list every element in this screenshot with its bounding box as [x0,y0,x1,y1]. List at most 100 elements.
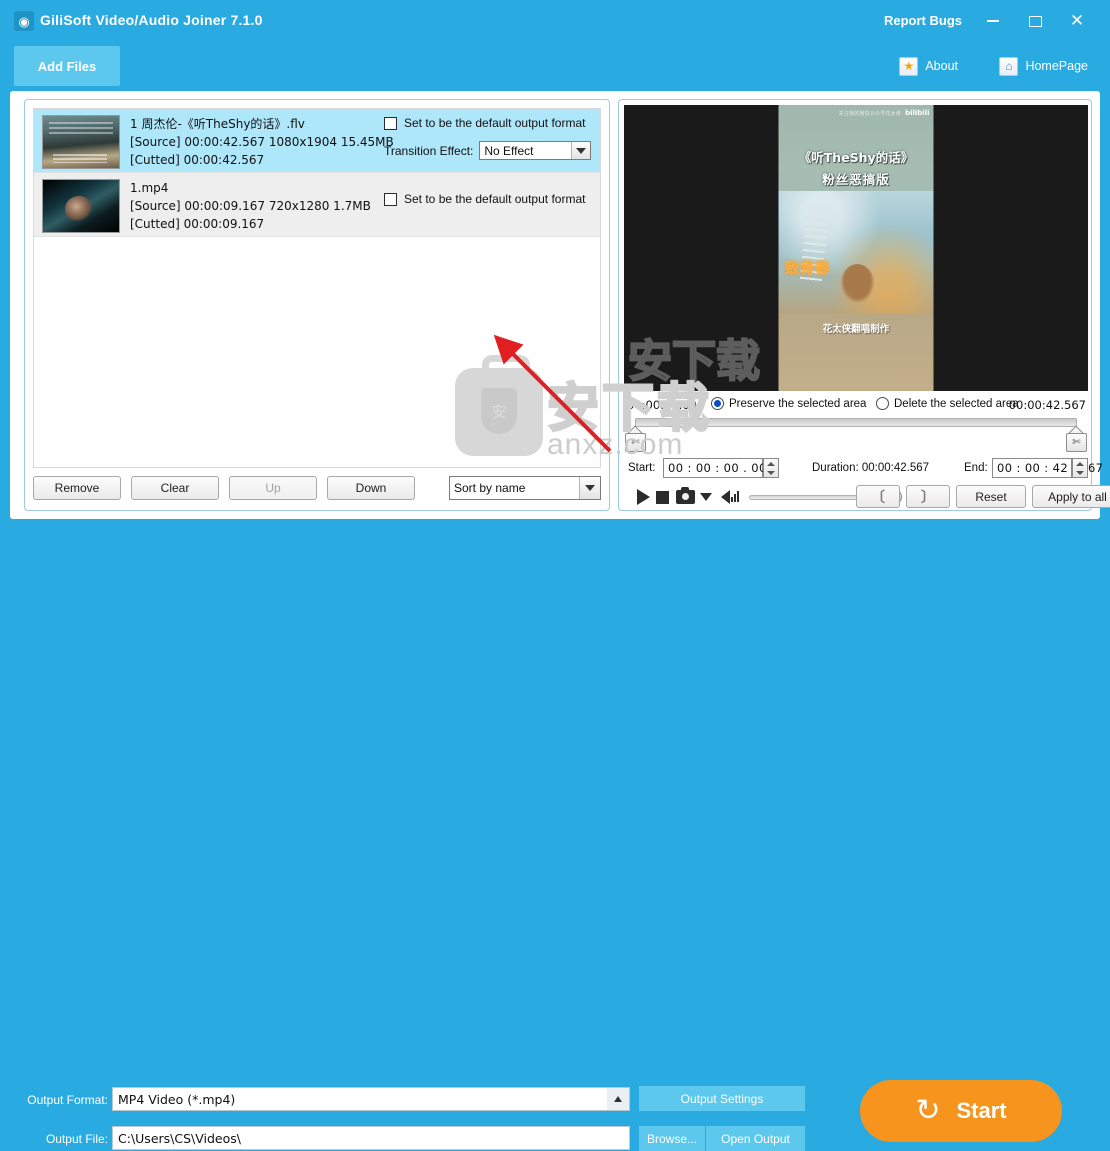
mark-in-button[interactable]: 〔 [856,485,900,508]
refresh-icon: ↻ [915,1094,941,1127]
homepage-link[interactable]: ⌂ HomePage [999,53,1088,79]
default-format-checkbox-row[interactable]: Set to be the default output format [384,116,591,130]
sound-waves-icon[interactable] [731,491,739,502]
file-list-panel: 1 周杰伦-《听TheShy的话》.flv [Source] 00:00:42.… [24,99,610,511]
video-channel-text: 关注我的微信公众号花太侠 [838,110,902,117]
maximize-button[interactable] [1022,9,1048,33]
video-thumbnail [42,179,120,233]
end-time-value: 00 : 00 : 42 . 567 [997,461,1104,475]
table-row[interactable]: 1 周杰伦-《听TheShy的话》.flv [Source] 00:00:42.… [34,109,600,173]
house-icon: ⌂ [999,56,1019,76]
app-title: GiliSoft Video/Audio Joiner 7.1.0 [40,12,263,28]
browse-button[interactable]: Browse... [639,1126,705,1151]
chevron-down-icon[interactable] [700,493,712,501]
radio-off-icon[interactable] [876,397,889,410]
bilibili-logo: bilibili [905,109,930,117]
film-reel-icon: ◉ [14,11,34,31]
camera-icon[interactable] [676,487,695,504]
start-button[interactable]: ↻ Start [860,1080,1062,1142]
star-icon: ★ [899,56,919,76]
file-list[interactable]: 1 周杰伦-《听TheShy的话》.flv [Source] 00:00:42.… [33,108,601,468]
timeline-handle-end[interactable]: ✄ [1066,425,1087,452]
file-source-info: [Source] 00:00:42.567 1080x1904 15.45MB [130,135,394,149]
delete-area-radio[interactable]: Delete the selected area [876,397,1019,410]
timeline-handle-start[interactable]: ✄ [625,425,646,452]
move-up-button[interactable]: Up [229,476,317,500]
chevron-up-icon[interactable] [607,1088,629,1110]
add-files-button[interactable]: Add Files [14,46,120,86]
sort-select[interactable]: Sort by name [449,476,601,500]
radio-on-icon[interactable] [711,397,724,410]
start-time-value: 00 : 00 : 00 . 000 [668,461,775,475]
duration-label: Duration: 00:00:42.567 [812,462,930,474]
selection-mode-row: 00:00:00.000 Preserve the selected area … [624,396,1088,414]
start-time-stepper[interactable] [763,458,779,478]
default-format-label: Set to be the default output format [404,116,586,130]
default-format-checkbox[interactable] [384,192,397,206]
homepage-label: HomePage [1025,59,1088,73]
file-cutted-info: [Cutted] 00:00:42.567 [130,153,265,167]
open-output-button[interactable]: Open Output [706,1126,805,1151]
start-time-field[interactable]: 00 : 00 : 00 . 000 [663,458,779,478]
output-file-label: Output File: [45,1132,108,1146]
start-label: Start [956,1098,1007,1123]
apply-to-all-button[interactable]: Apply to all [1032,485,1110,508]
preview-panel: 关注我的微信公众号花太侠 bilibili 《听TheShy的话》 粉丝恶搞版 … [618,99,1110,511]
default-format-label: Set to be the default output format [404,192,586,206]
clear-button[interactable]: Clear [131,476,219,500]
output-file-value: C:\Users\CS\Videos\ [118,1130,241,1146]
about-label: About [925,59,958,73]
video-title-line2: 粉丝恶搞版 [822,172,890,187]
transition-effect-row: Transition Effect: No Effect [384,141,592,160]
output-format-value: MP4 Video (*.mp4) [118,1091,236,1107]
preserve-area-radio[interactable]: Preserve the selected area [711,397,866,410]
stop-icon[interactable] [656,491,669,504]
scissors-icon: ✄ [625,433,646,452]
main-content: 1 周杰伦-《听TheShy的话》.flv [Source] 00:00:42.… [10,91,1110,519]
file-title: 1 周杰伦-《听TheShy的话》.flv [130,117,305,131]
table-row[interactable]: 1.mp4 [Source] 00:00:09.167 720x1280 1.7… [34,173,600,237]
scissors-icon: ✄ [1066,433,1087,452]
preserve-area-label: Preserve the selected area [729,397,867,410]
file-title: 1.mp4 [130,181,169,195]
video-overlay-text: 致青春 [784,259,830,277]
sort-value: Sort by name [454,481,526,495]
file-cutted-info: [Cutted] 00:00:09.167 [130,217,265,231]
play-icon[interactable] [637,489,650,505]
title-bar: ◉ GiliSoft Video/Audio Joiner 7.1.0 Repo… [0,0,1110,41]
mark-out-button[interactable]: 〕 [906,485,950,508]
delete-area-label: Delete the selected area [894,397,1019,410]
output-file-input[interactable]: C:\Users\CS\Videos\ [112,1126,630,1150]
end-time-field[interactable]: 00 : 00 : 42 . 567 [992,458,1103,478]
timeline-track[interactable] [635,418,1077,427]
chevron-down-icon[interactable] [571,142,591,159]
remove-button[interactable]: Remove [33,476,121,500]
output-format-label: Output Format: [27,1093,108,1107]
end-time-stepper[interactable] [1072,458,1088,478]
playback-controls: 〔 〕 Reset Apply to all [624,485,1110,509]
video-scene-image [778,191,934,313]
speaker-icon[interactable] [721,490,730,504]
about-link[interactable]: ★ About [899,53,958,79]
close-button[interactable]: ✕ [1064,9,1090,33]
report-bugs-link[interactable]: Report Bugs [884,13,962,28]
video-thumbnail [42,115,120,169]
default-format-checkbox-row[interactable]: Set to be the default output format [384,192,585,206]
video-topbar: 关注我的微信公众号花太侠 bilibili [779,107,934,119]
bottom-bar: Output Format: MP4 Video (*.mp4) Output … [0,527,1110,1151]
transition-effect-select[interactable]: No Effect [479,141,592,160]
file-list-buttons: Remove Clear Up Down Sort by name [33,476,601,500]
transition-effect-label: Transition Effect: [384,143,474,158]
file-source-info: [Source] 00:00:09.167 720x1280 1.7MB [130,199,371,213]
default-format-checkbox[interactable] [384,116,397,130]
chevron-down-icon[interactable] [579,477,600,499]
reset-button[interactable]: Reset [956,485,1026,508]
end-label: End: [964,462,988,474]
output-settings-button[interactable]: Output Settings [639,1086,805,1111]
move-down-button[interactable]: Down [327,476,415,500]
video-preview[interactable]: 关注我的微信公众号花太侠 bilibili 《听TheShy的话》 粉丝恶搞版 … [624,105,1088,391]
timeline-slider[interactable]: ✄ ✄ [624,418,1088,456]
output-format-select[interactable]: MP4 Video (*.mp4) [112,1087,630,1111]
minimize-button[interactable] [980,9,1006,33]
start-label: Start: [628,462,656,474]
